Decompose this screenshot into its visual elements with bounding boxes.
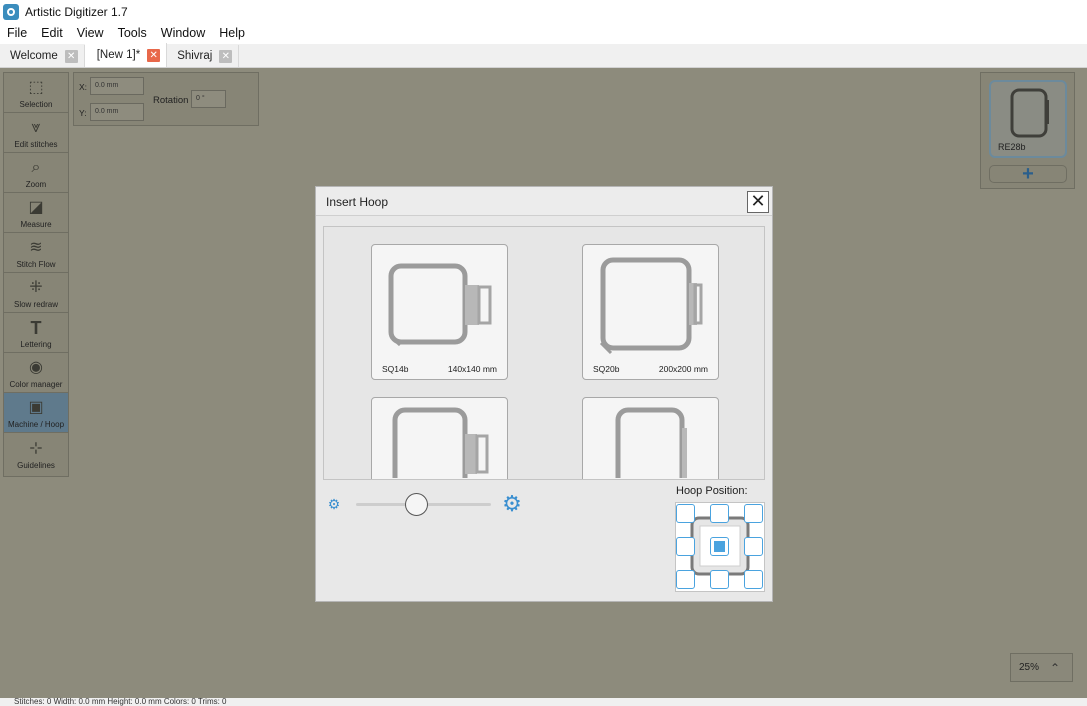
menu-window[interactable]: Window [154,23,212,44]
position-bottom-center[interactable] [710,570,729,589]
menu-edit[interactable]: Edit [34,23,70,44]
properties-panel: X: 0.0 mm Y: 0.0 mm Rotation 0 ° [73,72,259,126]
close-icon[interactable]: ✕ [219,49,233,63]
rotation-field[interactable]: 0 ° [191,90,226,108]
position-center[interactable] [710,537,729,556]
tool-lettering[interactable]: T Lettering [4,313,68,353]
tab-label: Welcome [10,50,58,62]
position-middle-left[interactable] [676,537,695,556]
rectangular-hoop-icon [392,407,489,478]
tool-color-manager[interactable]: ◉ Color manager [4,353,68,393]
insert-hoop-dialog: Insert Hoop ✕ SQ14b 140x140 mm SQ20b 200… [315,186,773,602]
hoop-position-grid [675,502,765,592]
document-tab-bar: Welcome ✕ [New 1]* ✕ Shivraj ✕ [0,43,1087,68]
menu-tools[interactable]: Tools [111,23,154,44]
tool-guidelines[interactable]: ⊹ Guidelines [4,433,68,473]
large-gear-icon: ⚙ [502,491,522,516]
close-icon[interactable]: ✕ [64,49,78,63]
hoop-name: SQ14b [382,364,409,374]
machine-name: RE28b [998,142,1026,152]
zoom-control[interactable]: 25% ⌃ [1010,653,1073,682]
title-bar: Artistic Digitizer 1.7 [0,0,1087,23]
position-top-center[interactable] [710,504,729,523]
window-title: Artistic Digitizer 1.7 [25,4,128,19]
tab-label: Shivraj [177,50,213,62]
y-label: Y: [79,108,87,118]
menu-file[interactable]: File [0,23,34,44]
tab-label: [New 1]* [96,49,141,61]
dialog-header: Insert Hoop ✕ [316,187,772,216]
hoop-name: SQ20b [593,364,620,374]
menu-bar: File Edit View Tools Window Help [0,23,1087,44]
y-field[interactable]: 0.0 mm [90,103,144,121]
guidelines-icon: ⊹ [29,440,43,457]
position-middle-right[interactable] [744,537,763,556]
hoop-icon: ▣ [28,399,44,416]
square-hoop-icon [388,263,492,347]
palette-icon: ◉ [29,359,43,376]
stitch-flow-icon: ≋ [29,239,43,256]
tool-slow-redraw[interactable]: ⁜ Slow redraw [4,273,68,313]
position-bottom-right[interactable] [744,570,763,589]
slider-thumb[interactable] [405,493,429,516]
hoop-list[interactable]: SQ14b 140x140 mm SQ20b 200x200 mm [323,226,765,480]
slow-redraw-icon: ⁜ [29,279,43,296]
machine-card[interactable]: RE28b [989,80,1067,158]
chevron-up-icon[interactable]: ⌃ [1050,661,1064,675]
tool-selection[interactable]: ⬚ Selection [4,73,68,113]
x-field[interactable]: 0.0 mm [90,77,144,95]
status-bar: Stitches: 0 Width: 0.0 mm Height: 0.0 mm… [0,698,1087,706]
tool-stitch-flow[interactable]: ≋ Stitch Flow [4,233,68,273]
hoop-card[interactable] [371,397,508,479]
zoom-level: 25% [1019,662,1040,673]
hoop-card-sq20b[interactable]: SQ20b 200x200 mm [582,244,719,380]
tool-zoom[interactable]: ⌕ Zoom [4,153,68,193]
app-logo-icon [3,3,19,20]
tool-machine-hoop[interactable]: ▣ Machine / Hoop [4,393,68,433]
dialog-title: Insert Hoop [326,195,389,209]
square-hoop-icon [599,257,703,355]
menu-view[interactable]: View [70,23,111,44]
selection-icon: ⬚ [28,79,44,96]
hoop-size: 200x200 mm [658,364,708,374]
toolbox: ⬚ Selection ⩔ Edit stitches ⌕ Zoom ◪ Mea… [3,72,69,477]
rotation-label: Rotation [153,95,189,106]
tab-welcome[interactable]: Welcome ✕ [0,45,85,67]
position-bottom-left[interactable] [676,570,695,589]
tab-shivraj[interactable]: Shivraj ✕ [167,45,240,67]
machine-panel: RE28b + [980,72,1075,189]
hoop-card-sq14b[interactable]: SQ14b 140x140 mm [371,244,508,380]
zoom-icon: ⌕ [31,159,41,176]
lettering-icon: T [30,318,42,338]
hoop-size: 140x140 mm [447,364,497,374]
thumbnail-size-slider[interactable]: ⚙ ⚙ [326,492,526,516]
tool-edit-stitches[interactable]: ⩔ Edit stitches [4,113,68,153]
x-label: X: [79,82,88,92]
tab-new-1[interactable]: [New 1]* ✕ [84,43,168,67]
position-top-left[interactable] [676,504,695,523]
small-gear-icon: ⚙ [327,496,341,512]
position-top-right[interactable] [744,504,763,523]
close-icon[interactable]: ✕ [147,48,161,62]
menu-help[interactable]: Help [212,23,252,44]
edit-stitches-icon: ⩔ [31,119,41,136]
tool-measure[interactable]: ◪ Measure [4,193,68,233]
close-dialog-button[interactable]: ✕ [747,191,769,213]
hoop-position-label: Hoop Position: [676,485,748,497]
hoop-card[interactable] [582,397,719,479]
measure-icon: ◪ [28,199,44,216]
add-machine-button[interactable]: + [989,164,1067,184]
rectangular-hoop-icon [615,407,687,478]
